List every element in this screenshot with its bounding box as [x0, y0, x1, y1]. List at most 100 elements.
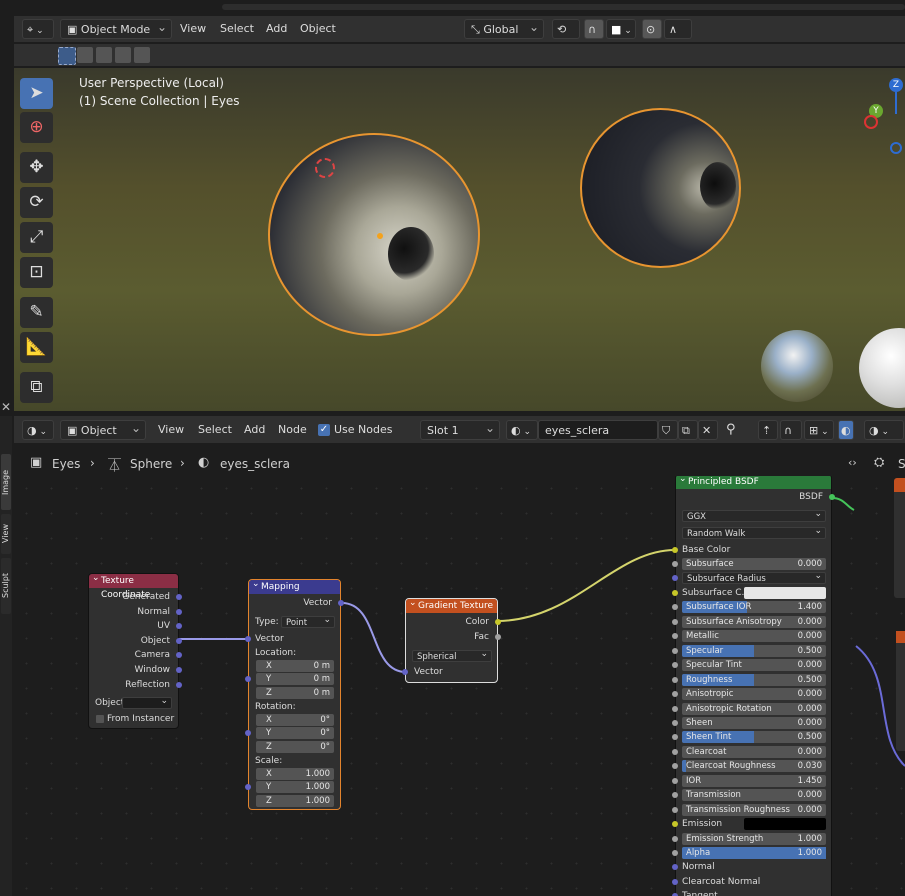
eye-sphere-left[interactable] — [268, 133, 480, 336]
3d-cursor-icon[interactable] — [315, 158, 335, 178]
shader-type-dropdown[interactable]: ▣ Object — [60, 418, 146, 440]
mapping-type-dropdown[interactable]: Point — [281, 614, 335, 628]
node-editor-type-button[interactable]: ◑ ⌄ — [22, 420, 54, 440]
bsdf-roughness-field[interactable]: Roughness 0.500 — [682, 673, 826, 686]
node-principled-bsdf[interactable]: Principled BSDF BSDF GGX Random Walk Bas… — [672, 476, 835, 896]
base-color-socket[interactable] — [672, 547, 678, 553]
node-gradient-texture[interactable]: Gradient Texture Color Fac Spherical Vec… — [402, 596, 501, 683]
bsdf-param-socket[interactable] — [672, 662, 678, 669]
bsdf-subsurface-anisotropy-field[interactable]: Subsurface Anisotropy 0.000 — [682, 615, 826, 628]
select-box-tool[interactable]: ➤ — [20, 78, 53, 109]
select-invert-icon[interactable] — [115, 47, 131, 63]
slot-dropdown[interactable]: Slot 1 — [420, 418, 500, 440]
tab-image[interactable]: Image — [1, 454, 11, 510]
mapping-scale-y-field[interactable]: Y 1.000 — [256, 781, 334, 794]
proportional-edit-toggle[interactable]: ⊙ — [642, 19, 662, 39]
bsdf-clearcoat-roughness-field[interactable]: Clearcoat Roughness 0.030 — [682, 760, 826, 773]
bsdf-param-socket[interactable] — [672, 835, 678, 842]
gizmo-z-negative[interactable] — [890, 142, 902, 154]
bsdf-param-socket[interactable] — [672, 575, 678, 582]
bsdf-param-socket[interactable] — [672, 719, 678, 726]
close-icon[interactable]: ✕ — [0, 400, 12, 416]
menu-select[interactable]: Select — [220, 19, 254, 39]
material-name-field[interactable]: eyes_sclera — [538, 420, 658, 440]
node-snap-toggle[interactable]: ∩ — [780, 420, 802, 440]
bsdf-param-socket[interactable] — [672, 618, 678, 625]
bsdf-param-socket[interactable] — [672, 633, 678, 640]
rotate-tool[interactable]: ⟳ — [20, 187, 53, 218]
parent-node-tree-button[interactable]: ⇡ — [758, 420, 778, 440]
bsdf-anisotropic-field[interactable]: Anisotropic 0.000 — [682, 688, 826, 701]
right-editor-type-button[interactable]: ◑ ⌄ — [864, 420, 904, 440]
tc-output-socket[interactable] — [176, 608, 182, 615]
bsdf-transmission-field[interactable]: Transmission 0.000 — [682, 789, 826, 802]
gizmo-x-negative[interactable] — [864, 115, 878, 129]
bsdf-emission-color-swatch[interactable] — [744, 818, 826, 831]
bsdf-param-socket[interactable] — [672, 734, 678, 741]
annotate-tool[interactable]: ✎ — [20, 297, 53, 328]
bsdf-subsurface-radius-field[interactable]: Subsurface Radius — [682, 570, 826, 585]
measure-tool[interactable]: 📐 — [20, 332, 53, 363]
bsdf-param-socket[interactable] — [672, 748, 678, 755]
material-browse-button[interactable]: ◐ ⌄ — [506, 420, 538, 440]
node-menu-node[interactable]: Node — [278, 420, 307, 440]
mapping-rotation-z-field[interactable]: Z 0° — [256, 740, 334, 753]
bsdf-param-socket[interactable] — [672, 806, 678, 813]
menu-add[interactable]: Add — [266, 19, 287, 39]
bsdf-param-socket[interactable] — [672, 676, 678, 683]
tab-view[interactable]: View — [1, 514, 11, 554]
bsdf-param-socket[interactable] — [672, 878, 678, 885]
mode-dropdown[interactable]: ▣ Object Mode — [60, 17, 172, 39]
select-extend-icon[interactable] — [77, 47, 93, 63]
fake-user-button[interactable]: ⛉ — [658, 420, 678, 440]
editor-type-button[interactable]: ⌖ ⌄ — [22, 19, 54, 39]
mapping-location-socket[interactable] — [245, 676, 251, 682]
transform-tool[interactable]: ⊡ — [20, 257, 53, 288]
snap-target-dropdown[interactable]: ■ ⌄ — [606, 19, 636, 39]
gizmo-z-axis[interactable]: Z — [889, 78, 903, 92]
cursor-tool[interactable]: ⊕ — [20, 112, 53, 143]
unlink-material-button[interactable]: ✕ — [698, 420, 718, 440]
select-new-icon[interactable] — [58, 47, 76, 65]
menu-view[interactable]: View — [180, 19, 206, 39]
mapping-location-x-field[interactable]: X 0 m — [256, 660, 334, 672]
select-subtract-icon[interactable] — [96, 47, 112, 63]
bsdf-param-socket[interactable] — [672, 821, 678, 828]
gradient-fac-output-socket[interactable] — [495, 634, 501, 640]
node-menu-select[interactable]: Select — [198, 420, 232, 440]
bsdf-subsurface-c-color-swatch[interactable] — [744, 586, 826, 599]
tc-output-socket[interactable] — [176, 667, 182, 673]
bsdf-transmission-roughness-field[interactable]: Transmission Roughness 0.000 — [682, 803, 826, 816]
from-instancer-checkbox[interactable] — [96, 715, 104, 723]
duplicate-material-button[interactable]: ⧉ — [678, 420, 698, 440]
pivot-point-button[interactable]: ⟲ — [552, 19, 580, 39]
snap-toggle[interactable]: ∩ — [584, 19, 604, 39]
bsdf-specular-tint-field[interactable]: Specular Tint 0.000 — [682, 659, 826, 672]
tc-output-socket[interactable] — [176, 594, 182, 600]
tc-output-socket[interactable] — [176, 681, 182, 688]
bsdf-subsurface-field[interactable]: Subsurface 0.000 — [682, 558, 826, 570]
bsdf-param-socket[interactable] — [672, 691, 678, 698]
bsdf-subsurface-ior-field[interactable]: Subsurface IOR 1.400 — [682, 601, 826, 614]
object-picker-field[interactable] — [122, 695, 172, 709]
use-nodes-checkbox[interactable]: ✓ — [318, 424, 330, 436]
falloff-dropdown[interactable]: ∧ — [664, 19, 692, 39]
bsdf-param-socket[interactable] — [672, 647, 678, 654]
timeline-scrollbar[interactable] — [222, 4, 905, 10]
bsdf-alpha-field[interactable]: Alpha 1.000 — [682, 847, 826, 859]
eye-sphere-right[interactable] — [580, 108, 741, 268]
add-cube-tool[interactable]: ⧉ — [20, 372, 53, 403]
bsdf-param-socket[interactable] — [672, 561, 678, 567]
bsdf-sheen-tint-field[interactable]: Sheen Tint 0.500 — [682, 731, 826, 744]
tab-sculpt[interactable]: Sculpt — [1, 558, 11, 614]
scale-tool[interactable]: ⤢ — [20, 222, 53, 253]
bsdf-param-socket[interactable] — [672, 864, 678, 871]
offscreen-node-2[interactable] — [896, 631, 905, 751]
bsdf-param-socket[interactable] — [672, 589, 678, 596]
node-menu-add[interactable]: Add — [244, 420, 265, 440]
bsdf-output-socket[interactable] — [829, 494, 835, 500]
mapping-rotation-x-field[interactable]: X 0° — [256, 714, 334, 726]
gradient-type-dropdown[interactable]: Spherical — [412, 648, 492, 662]
pin-icon[interactable]: ⚲ — [726, 420, 736, 440]
overlay-toggle[interactable]: ◐ — [838, 420, 854, 440]
